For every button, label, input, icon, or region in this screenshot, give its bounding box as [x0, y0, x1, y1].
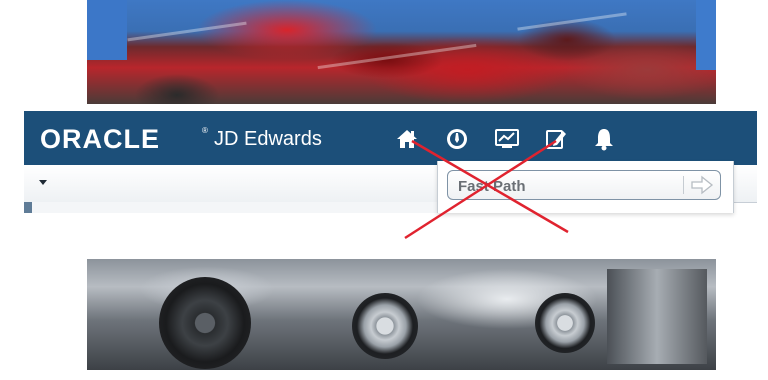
wheel	[159, 277, 251, 369]
left-panel-edge	[24, 202, 32, 213]
fast-path-input[interactable]	[456, 174, 680, 198]
product-name: JD Edwards	[214, 128, 322, 150]
crushed-cars-photo-bottom	[87, 259, 716, 370]
metal-streak	[127, 21, 247, 42]
chevron-down-icon[interactable]	[39, 180, 47, 185]
arrow-right-icon[interactable]	[690, 175, 714, 195]
oracle-logo[interactable]: ORACLE	[40, 124, 160, 155]
fast-path-field[interactable]	[447, 170, 721, 200]
watchlist-monitor-icon[interactable]	[494, 127, 520, 151]
divider	[683, 176, 684, 194]
wheel	[352, 293, 418, 359]
bell-icon[interactable]	[591, 127, 617, 151]
sky-patch	[696, 0, 716, 70]
wheel	[535, 293, 595, 353]
edit-note-icon[interactable]	[543, 127, 569, 151]
content-area	[32, 202, 438, 213]
crushed-cars-photo-top	[87, 0, 716, 104]
metal-streak	[517, 12, 627, 31]
jde-header-bar: ORACLE ® JD Edwards	[24, 111, 757, 165]
scrap-metal-stack	[607, 269, 707, 364]
home-icon[interactable]	[394, 127, 420, 151]
fast-path-panel	[437, 161, 734, 213]
sky-patch	[87, 0, 127, 60]
recent-icon[interactable]	[444, 127, 470, 151]
metal-streak	[317, 43, 477, 70]
registered-mark: ®	[202, 126, 208, 135]
